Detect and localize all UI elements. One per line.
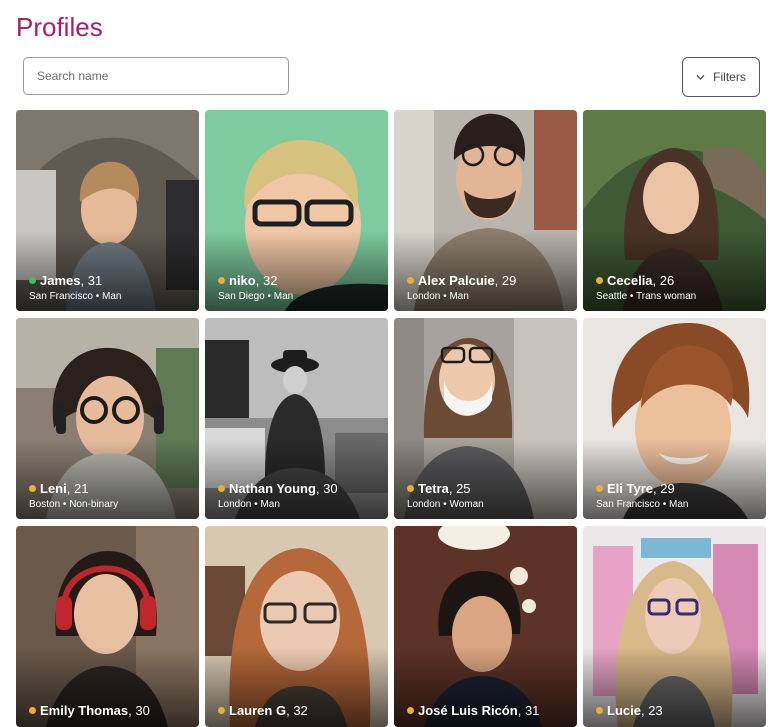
profile-location: Boston — [29, 499, 61, 510]
profile-card[interactable]: niko, 32 San Diego • Man — [205, 110, 388, 311]
profile-card[interactable]: Cecelia, 26 Seattle • Trans woman — [583, 110, 766, 311]
chevron-down-icon — [696, 74, 705, 80]
online-status-dot — [29, 277, 36, 284]
profile-name: Cecelia — [607, 273, 653, 288]
profile-location: San Diego — [218, 291, 265, 302]
profile-card[interactable]: James, 31 San Francisco • Man — [16, 110, 199, 311]
profile-gender: Trans woman — [636, 291, 697, 302]
profile-age: 31 — [87, 273, 103, 288]
profile-card[interactable]: Lucie, 23 — [583, 526, 766, 727]
profile-name: Nathan Young — [229, 481, 316, 496]
profile-name: Eli Tyre — [607, 481, 654, 496]
profile-age: 26 — [659, 273, 675, 288]
profile-gender: Non-binary — [69, 499, 119, 510]
recent-status-dot — [218, 277, 225, 284]
profile-age: 23 — [648, 703, 663, 718]
profile-age: 29 — [660, 481, 675, 496]
profile-gender: Man — [273, 291, 294, 302]
profile-grid: James, 31 San Francisco • Man niko, 32 S… — [16, 110, 766, 727]
profile-name: Lucie — [607, 703, 641, 718]
profile-card[interactable]: Emily Thomas, 30 — [16, 526, 199, 727]
profile-card[interactable]: Nathan Young, 30 London • Man — [205, 318, 388, 519]
filters-label: Filters — [713, 70, 746, 84]
profile-name: Lauren G — [229, 703, 287, 718]
profile-location: London — [407, 499, 441, 510]
recent-status-dot — [596, 707, 603, 714]
profile-age: 30 — [323, 481, 338, 496]
profile-age: 21 — [73, 481, 89, 496]
profile-age: 25 — [456, 481, 471, 496]
profile-age: 31 — [524, 703, 540, 718]
recent-status-dot — [29, 485, 36, 492]
profile-name: niko — [229, 273, 256, 288]
profile-gender: Man — [101, 291, 122, 302]
profile-location: London — [407, 291, 441, 302]
recent-status-dot — [407, 485, 414, 492]
profile-name: James — [40, 273, 81, 288]
profile-card[interactable]: Tetra, 25 London • Woman — [394, 318, 577, 519]
profile-location: San Francisco — [596, 499, 660, 510]
profile-age: 32 — [262, 273, 278, 288]
profile-location: San Francisco — [29, 291, 93, 302]
search-input[interactable] — [23, 57, 289, 95]
profile-card[interactable]: Leni, 21 Boston • Non-binary — [16, 318, 199, 519]
profile-location: Seattle — [596, 291, 628, 302]
profile-gender: Man — [449, 291, 469, 302]
profile-name: Alex Palcuie — [418, 273, 495, 288]
profile-age: 32 — [293, 703, 308, 718]
profile-card[interactable]: José Luis Ricón, 31 — [394, 526, 577, 727]
profile-name: Emily Thomas — [40, 703, 129, 718]
profile-card[interactable]: Alex Palcuie, 29 London • Man — [394, 110, 577, 311]
profile-age: 29 — [501, 273, 517, 288]
profile-name: Tetra — [418, 481, 449, 496]
page-title: Profiles — [16, 12, 103, 42]
recent-status-dot — [596, 485, 603, 492]
profile-name: Leni — [40, 481, 67, 496]
recent-status-dot — [407, 277, 414, 284]
profile-name: José Luis Ricón — [418, 703, 518, 718]
profile-card[interactable]: Lauren G, 32 — [205, 526, 388, 727]
recent-status-dot — [218, 707, 225, 714]
filters-button[interactable]: Filters — [682, 57, 760, 97]
profile-gender: Man — [260, 499, 280, 510]
recent-status-dot — [596, 277, 603, 284]
profile-card[interactable]: Eli Tyre, 29 San Francisco • Man — [583, 318, 766, 519]
recent-status-dot — [407, 707, 414, 714]
profile-gender: Woman — [449, 499, 484, 510]
profile-location: London — [218, 499, 252, 510]
profile-age: 30 — [135, 703, 150, 718]
profile-gender: Man — [668, 499, 689, 510]
recent-status-dot — [29, 707, 36, 714]
recent-status-dot — [218, 485, 225, 492]
